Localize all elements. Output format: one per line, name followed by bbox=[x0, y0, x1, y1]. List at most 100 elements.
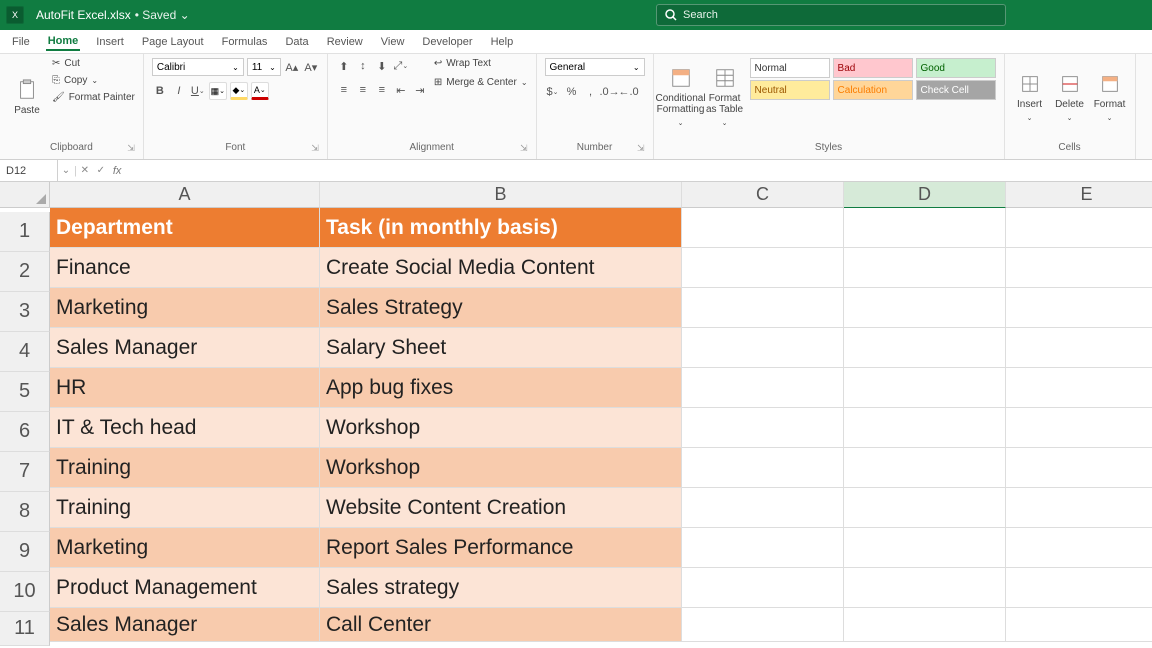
menu-review[interactable]: Review bbox=[325, 34, 365, 50]
orientation-icon[interactable]: ⤢⌄ bbox=[393, 58, 409, 74]
font-size-dropdown[interactable]: 11⌄ bbox=[247, 58, 281, 76]
row-header[interactable]: 7 bbox=[0, 452, 50, 492]
format-cells-button[interactable]: Format⌄ bbox=[1093, 58, 1127, 136]
namebox-dropdown-icon[interactable]: ⌄ bbox=[58, 165, 74, 176]
fill-color-button[interactable]: ◆⌄ bbox=[230, 82, 248, 100]
align-center-icon[interactable]: ≡ bbox=[355, 82, 371, 98]
cell[interactable] bbox=[844, 248, 1006, 288]
cell[interactable] bbox=[1006, 208, 1152, 248]
cell-task[interactable]: Website Content Creation bbox=[320, 488, 682, 528]
style-neutral[interactable]: Neutral bbox=[750, 80, 830, 100]
cell-task[interactable]: Create Social Media Content bbox=[320, 248, 682, 288]
menu-file[interactable]: File bbox=[10, 34, 32, 50]
cell[interactable] bbox=[844, 608, 1006, 642]
table-header-dept[interactable]: Department bbox=[50, 208, 320, 248]
alignment-launcher[interactable]: ⇲ bbox=[520, 143, 528, 154]
table-header-task[interactable]: Task (in monthly basis) bbox=[320, 208, 682, 248]
cell-dept[interactable]: HR bbox=[50, 368, 320, 408]
row-header[interactable]: 2 bbox=[0, 252, 50, 292]
cell-task[interactable]: Call Center bbox=[320, 608, 682, 642]
cell-dept[interactable]: Training bbox=[50, 488, 320, 528]
increase-font-icon[interactable]: A▴ bbox=[284, 59, 300, 75]
align-bottom-icon[interactable]: ⬇ bbox=[374, 58, 390, 74]
name-box[interactable]: D12 bbox=[0, 160, 58, 181]
indent-inc-icon[interactable]: ⇥ bbox=[412, 82, 428, 98]
cell[interactable] bbox=[682, 488, 844, 528]
number-format-dropdown[interactable]: General⌄ bbox=[545, 58, 645, 76]
font-name-dropdown[interactable]: Calibri⌄ bbox=[152, 58, 244, 76]
cell[interactable] bbox=[844, 488, 1006, 528]
format-as-table-button[interactable]: Format as Table⌄ bbox=[706, 58, 744, 136]
menu-view[interactable]: View bbox=[379, 34, 407, 50]
row-header[interactable]: 5 bbox=[0, 372, 50, 412]
cell[interactable] bbox=[682, 608, 844, 642]
menu-developer[interactable]: Developer bbox=[420, 34, 474, 50]
comma-icon[interactable]: , bbox=[583, 84, 599, 100]
row-header[interactable]: 9 bbox=[0, 532, 50, 572]
wrap-text-button[interactable]: ↩Wrap Text bbox=[434, 58, 528, 69]
cell-dept[interactable]: Training bbox=[50, 448, 320, 488]
col-header-b[interactable]: B bbox=[320, 182, 682, 208]
border-button[interactable]: ▦⌄ bbox=[209, 82, 227, 100]
col-header-c[interactable]: C bbox=[682, 182, 844, 208]
conditional-formatting-button[interactable]: Conditional Formatting⌄ bbox=[662, 58, 700, 136]
row-header[interactable]: 10 bbox=[0, 572, 50, 612]
format-painter-button[interactable]: 🖌Format Painter bbox=[52, 92, 135, 103]
cut-button[interactable]: ✂Cut bbox=[52, 58, 135, 69]
cell-dept[interactable]: Marketing bbox=[50, 288, 320, 328]
paste-button[interactable]: Paste bbox=[8, 58, 46, 136]
cell-task[interactable]: Workshop bbox=[320, 408, 682, 448]
menu-home[interactable]: Home bbox=[46, 33, 81, 51]
inc-decimal-icon[interactable]: .0→ bbox=[602, 84, 618, 100]
delete-cells-button[interactable]: Delete⌄ bbox=[1053, 58, 1087, 136]
cell[interactable] bbox=[682, 568, 844, 608]
currency-icon[interactable]: $⌄ bbox=[545, 84, 561, 100]
number-launcher[interactable]: ⇲ bbox=[637, 143, 645, 154]
align-right-icon[interactable]: ≡ bbox=[374, 82, 390, 98]
cell-dept[interactable]: Finance bbox=[50, 248, 320, 288]
cell-dept[interactable]: IT & Tech head bbox=[50, 408, 320, 448]
merge-center-button[interactable]: ⊞Merge & Center ⌄ bbox=[434, 77, 528, 88]
font-color-button[interactable]: A⌄ bbox=[251, 82, 269, 100]
filename[interactable]: AutoFit Excel.xlsx bbox=[36, 8, 131, 22]
saved-status[interactable]: • Saved ⌄ bbox=[135, 8, 190, 22]
align-top-icon[interactable]: ⬆ bbox=[336, 58, 352, 74]
cell[interactable] bbox=[844, 568, 1006, 608]
cell-task[interactable]: Sales strategy bbox=[320, 568, 682, 608]
cell[interactable] bbox=[844, 408, 1006, 448]
cell[interactable] bbox=[1006, 288, 1152, 328]
menu-page-layout[interactable]: Page Layout bbox=[140, 34, 206, 50]
cell[interactable] bbox=[1006, 448, 1152, 488]
cell-task[interactable]: App bug fixes bbox=[320, 368, 682, 408]
cell-task[interactable]: Salary Sheet bbox=[320, 328, 682, 368]
cell[interactable] bbox=[844, 448, 1006, 488]
cell[interactable] bbox=[1006, 568, 1152, 608]
bold-button[interactable]: B bbox=[152, 83, 168, 99]
cell[interactable] bbox=[1006, 608, 1152, 642]
row-header[interactable]: 11 bbox=[0, 612, 50, 646]
cell[interactable] bbox=[1006, 528, 1152, 568]
cell[interactable] bbox=[1006, 248, 1152, 288]
col-header-e[interactable]: E bbox=[1006, 182, 1152, 208]
cell[interactable] bbox=[844, 288, 1006, 328]
cell-dept[interactable]: Marketing bbox=[50, 528, 320, 568]
cell-dept[interactable]: Sales Manager bbox=[50, 328, 320, 368]
cell-task[interactable]: Report Sales Performance bbox=[320, 528, 682, 568]
font-launcher[interactable]: ⇲ bbox=[311, 143, 319, 154]
cell[interactable] bbox=[844, 328, 1006, 368]
cell[interactable] bbox=[682, 448, 844, 488]
cell[interactable] bbox=[844, 528, 1006, 568]
cell[interactable] bbox=[1006, 328, 1152, 368]
decrease-font-icon[interactable]: A▾ bbox=[303, 59, 319, 75]
menu-insert[interactable]: Insert bbox=[94, 34, 126, 50]
cell[interactable] bbox=[1006, 488, 1152, 528]
select-all-corner[interactable] bbox=[0, 182, 50, 208]
style-check-cell[interactable]: Check Cell bbox=[916, 80, 996, 100]
row-header[interactable]: 8 bbox=[0, 492, 50, 532]
col-header-a[interactable]: A bbox=[50, 182, 320, 208]
indent-dec-icon[interactable]: ⇤ bbox=[393, 82, 409, 98]
cell-task[interactable]: Sales Strategy bbox=[320, 288, 682, 328]
formula-input[interactable] bbox=[125, 160, 1152, 181]
style-good[interactable]: Good bbox=[916, 58, 996, 78]
cell[interactable] bbox=[1006, 368, 1152, 408]
